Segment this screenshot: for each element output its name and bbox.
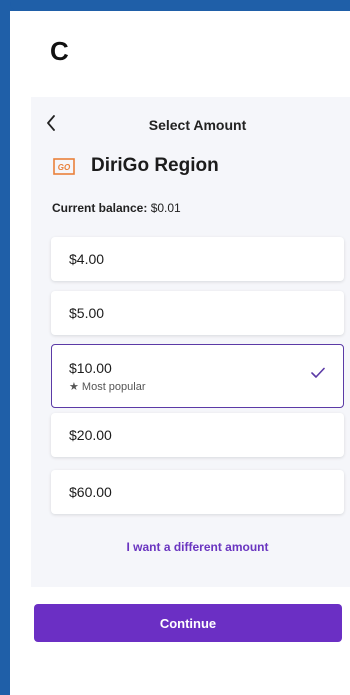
page-letter: C [50,36,69,66]
checkmark-icon [311,367,325,378]
current-balance: Current balance: $0.01 [52,201,181,215]
amount-option-4[interactable]: $4.00 [51,237,344,281]
amount-label: $10.00 [69,360,112,376]
amount-label: $20.00 [69,427,112,443]
balance-label: Current balance: [52,201,148,215]
chevron-left-icon [47,115,55,131]
amount-label: $60.00 [69,484,112,500]
continue-button[interactable]: Continue [34,604,342,642]
different-amount-link[interactable]: I want a different amount [51,540,344,554]
amount-label: $4.00 [69,251,105,267]
amount-option-5[interactable]: $5.00 [51,291,344,335]
amount-option-10[interactable]: $10.00 ★ Most popular [51,344,344,408]
most-popular-badge: ★ Most popular [69,381,146,393]
amount-option-60[interactable]: $60.00 [51,470,344,514]
balance-value: $0.01 [150,201,181,215]
screen-title: Select Amount [148,117,247,133]
amount-label: $5.00 [69,305,105,321]
agency-logo-text: GO [58,163,71,172]
agency-logo: GO [53,158,75,175]
agency-name: DiriGo Region [91,155,219,176]
amount-option-20[interactable]: $20.00 [51,413,344,457]
window-frame-top [0,0,350,11]
window-frame-left [0,0,10,695]
back-button[interactable] [42,114,60,132]
